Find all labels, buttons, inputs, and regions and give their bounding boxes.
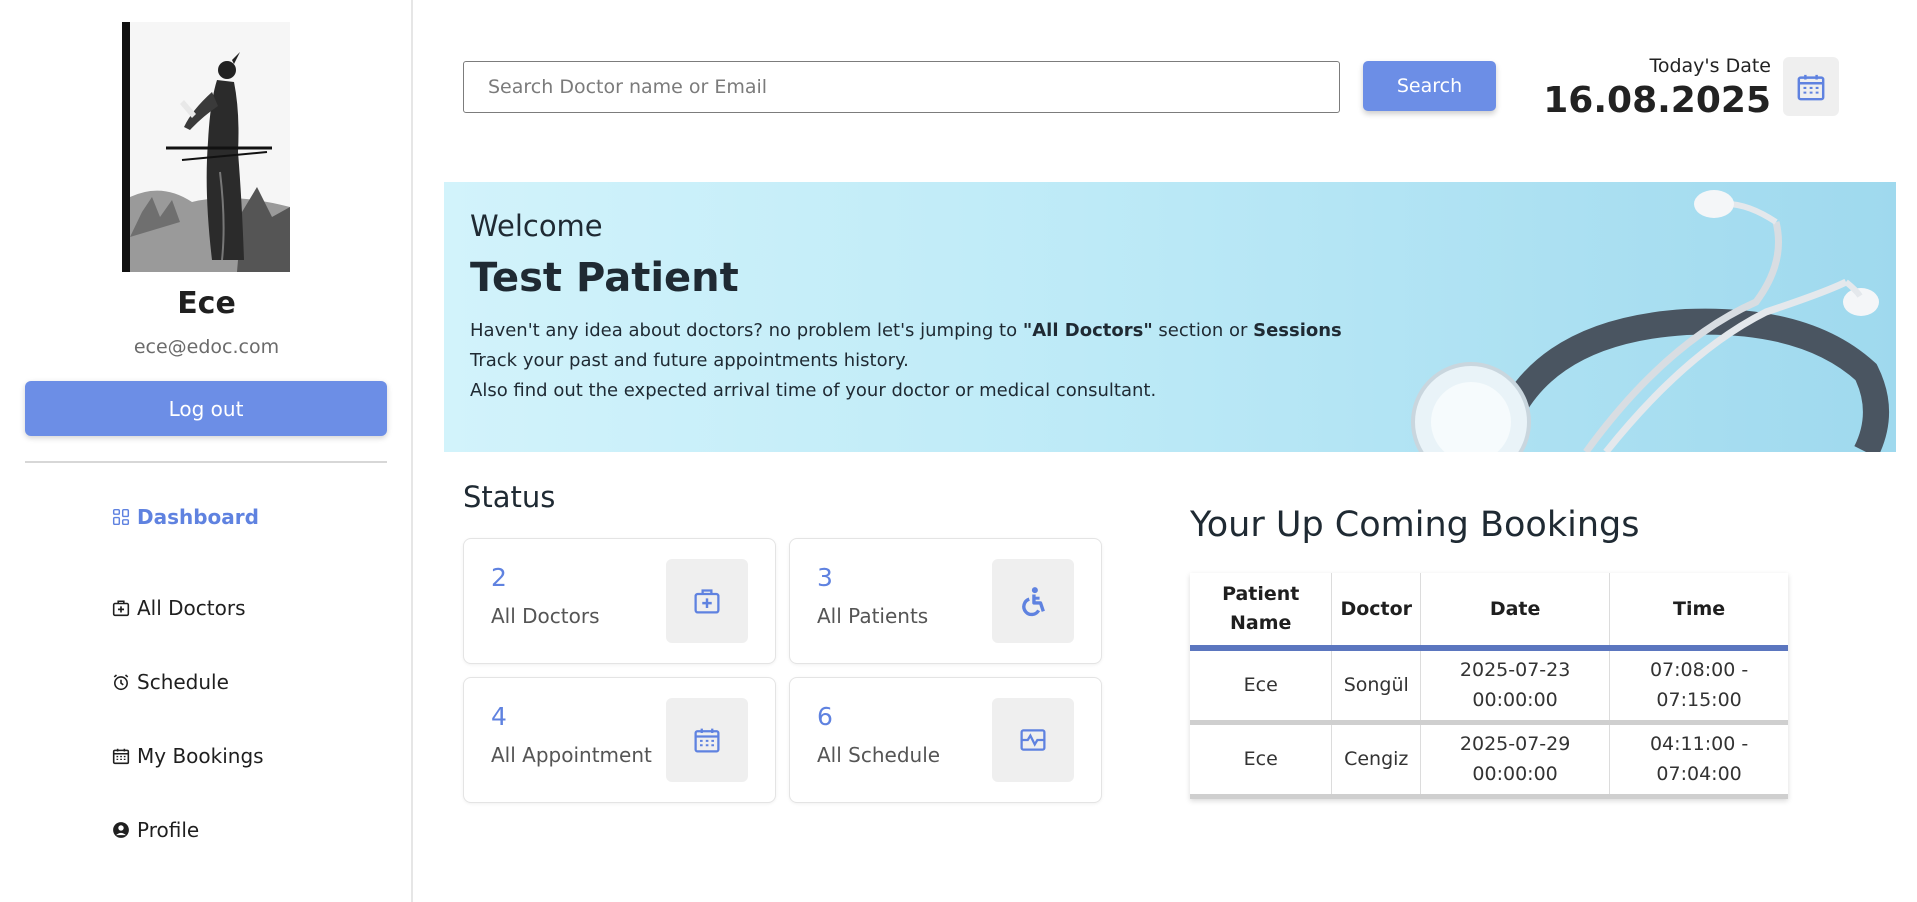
bookings-table: Patient Name Doctor Date Time Ece Songül… (1190, 573, 1788, 799)
column-header: Date (1420, 573, 1611, 651)
welcome-text: Welcome Test Patient Haven't any idea ab… (470, 209, 1342, 406)
stat-card-schedule: 6 All Schedule (789, 677, 1102, 803)
calendar-icon (112, 748, 130, 765)
date-calendar-button (1783, 57, 1839, 116)
table-cell: 04:11:00 - 07:04:00 (1609, 722, 1788, 799)
medical-case-icon (694, 589, 720, 614)
table-header-row: Patient Name Doctor Date Time (1190, 573, 1788, 651)
activity-icon (1020, 729, 1046, 751)
stat-card-patients: 3 All Patients (789, 538, 1102, 664)
doctor-plus-icon (112, 600, 130, 617)
welcome-banner: Welcome Test Patient Haven't any idea ab… (444, 182, 1896, 452)
profile-email: ece@edoc.com (133, 336, 280, 358)
stat-value: 3 (817, 563, 833, 592)
calendar-icon (1797, 74, 1825, 100)
table-row[interactable]: Ece Songül 2025-07-23 00:00:00 07:08:00 … (1190, 648, 1788, 725)
sidebar-item-label: Profile (137, 818, 200, 842)
stat-label: All Schedule (817, 743, 941, 767)
sidebar-item-label: Schedule (137, 670, 229, 694)
bookings-title: Your Up Coming Bookings (1190, 505, 1640, 545)
welcome-line-2: Track your past and future appointments … (470, 350, 909, 371)
table-cell: Cengiz (1331, 722, 1422, 799)
dashboard-icon (112, 508, 130, 526)
stat-label: All Doctors (491, 604, 600, 628)
column-header: Doctor (1331, 573, 1422, 651)
stat-card-doctors: 2 All Doctors (463, 538, 776, 664)
sidebar-item-dashboard[interactable]: Dashboard (112, 497, 264, 537)
table-cell: Ece (1190, 648, 1333, 725)
stat-value: 6 (817, 702, 833, 731)
table-cell: 07:08:00 - 07:15:00 (1609, 648, 1788, 725)
alarm-clock-icon (113, 674, 129, 691)
sidebar-nav: Dashboard All Doctors Schedule My Bookin… (112, 497, 264, 867)
sessions-link-text: Sessions (1253, 320, 1342, 341)
column-header: Time (1609, 573, 1788, 651)
stat-icon-box (992, 698, 1074, 782)
sidebar-item-schedule[interactable]: Schedule (112, 645, 264, 719)
column-header: Patient Name (1190, 573, 1333, 651)
all-doctors-link-text: "All Doctors" (1022, 320, 1153, 341)
sidebar-item-label: Dashboard (137, 505, 259, 529)
main-content: Search Today's Date 16.08.2025 Welcome T… (415, 0, 1917, 902)
wheelchair-icon (1022, 587, 1045, 617)
samurai-illustration (122, 22, 290, 272)
search-input[interactable] (463, 61, 1340, 113)
table-row[interactable]: Ece Cengiz 2025-07-29 00:00:00 04:11:00 … (1190, 722, 1788, 799)
user-circle-icon (113, 822, 129, 838)
calendar-icon (694, 728, 720, 753)
avatar (122, 22, 290, 272)
welcome-line-3: Also find out the expected arrival time … (470, 380, 1157, 401)
welcome-line-1: Haven't any idea about doctors? no probl… (470, 316, 1342, 346)
sidebar-divider (25, 461, 387, 463)
stat-card-appointments: 4 All Appointment (463, 677, 776, 803)
stat-label: All Patients (817, 604, 929, 628)
welcome-line-1-mid: section or (1152, 320, 1254, 341)
date-value: 16.08.2025 (1543, 80, 1771, 121)
stat-value: 2 (491, 563, 507, 592)
table-cell: Songül (1331, 648, 1422, 725)
table-cell: 2025-07-29 00:00:00 (1420, 722, 1611, 799)
logout-button[interactable]: Log out (25, 381, 387, 436)
welcome-label: Welcome (470, 209, 603, 243)
search-button[interactable]: Search (1363, 61, 1496, 111)
stat-icon-box (992, 559, 1074, 643)
welcome-name: Test Patient (470, 255, 739, 301)
stat-label: All Appointment (491, 743, 652, 767)
sidebar-item-all-doctors[interactable]: All Doctors (112, 571, 264, 645)
sidebar-item-my-bookings[interactable]: My Bookings (112, 719, 264, 793)
sidebar-item-label: My Bookings (137, 744, 264, 768)
date-label: Today's Date (1649, 55, 1771, 77)
welcome-line-1-text: Haven't any idea about doctors? no probl… (470, 320, 1023, 341)
stat-value: 4 (491, 702, 507, 731)
sidebar-item-label: All Doctors (137, 596, 246, 620)
table-cell: Ece (1190, 722, 1333, 799)
status-title: Status (463, 480, 556, 514)
sidebar: Ece ece@edoc.com Log out Dashboard All D… (0, 0, 413, 902)
stat-icon-box (666, 698, 748, 782)
table-cell: 2025-07-23 00:00:00 (1420, 648, 1611, 725)
profile-name: Ece (177, 286, 236, 321)
stat-icon-box (666, 559, 748, 643)
sidebar-item-profile[interactable]: Profile (112, 793, 264, 867)
